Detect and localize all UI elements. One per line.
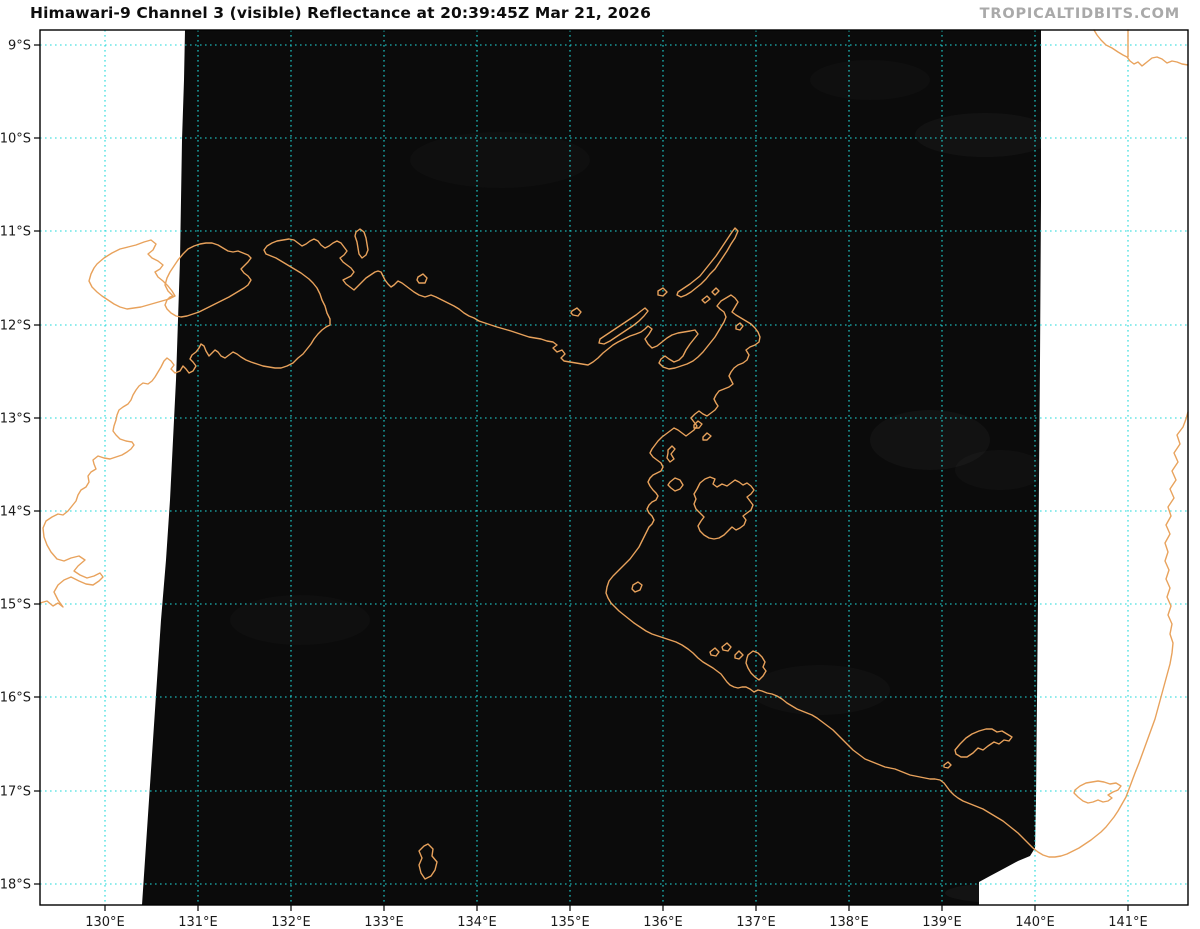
cloud-wisp — [230, 595, 370, 645]
cloud-wisp — [750, 665, 890, 715]
lat-tick-label: 18°S — [0, 878, 31, 893]
lat-tick-label: 9°S — [8, 39, 31, 54]
lat-tick-label: 12°S — [0, 319, 31, 334]
lon-tick-label: 136°E — [643, 915, 683, 929]
lat-tick-label: 10°S — [0, 132, 31, 147]
lon-tick-label: 131°E — [178, 915, 218, 929]
lat-tick-label: 16°S — [0, 691, 31, 706]
cloud-wisp — [410, 132, 590, 188]
lon-tick-label: 135°E — [550, 915, 590, 929]
lon-tick-label: 137°E — [736, 915, 776, 929]
lat-tick-label: 15°S — [0, 598, 31, 613]
lat-tick-label: 13°S — [0, 412, 31, 427]
lon-tick-label: 133°E — [364, 915, 404, 929]
lat-tick-label: 17°S — [0, 785, 31, 800]
cloud-wisp — [915, 113, 1055, 157]
lon-tick-label: 138°E — [829, 915, 869, 929]
lon-tick-label: 134°E — [457, 915, 497, 929]
lon-tick-label: 132°E — [271, 915, 311, 929]
lat-tick-label: 11°S — [0, 225, 31, 240]
lon-tick-label: 130°E — [85, 915, 125, 929]
lon-tick-label: 140°E — [1015, 915, 1055, 929]
cloud-wisp — [955, 450, 1045, 490]
lat-tick-label: 14°S — [0, 505, 31, 520]
lon-tick-label: 141°E — [1108, 915, 1148, 929]
cloud-wisp — [810, 60, 930, 100]
satellite-map-canvas: 9°S 10°S 11°S 12°S 13°S 14°S 15°S 16°S 17°S 18°S 1… — [0, 0, 1200, 929]
lon-tick-label: 139°E — [922, 915, 962, 929]
